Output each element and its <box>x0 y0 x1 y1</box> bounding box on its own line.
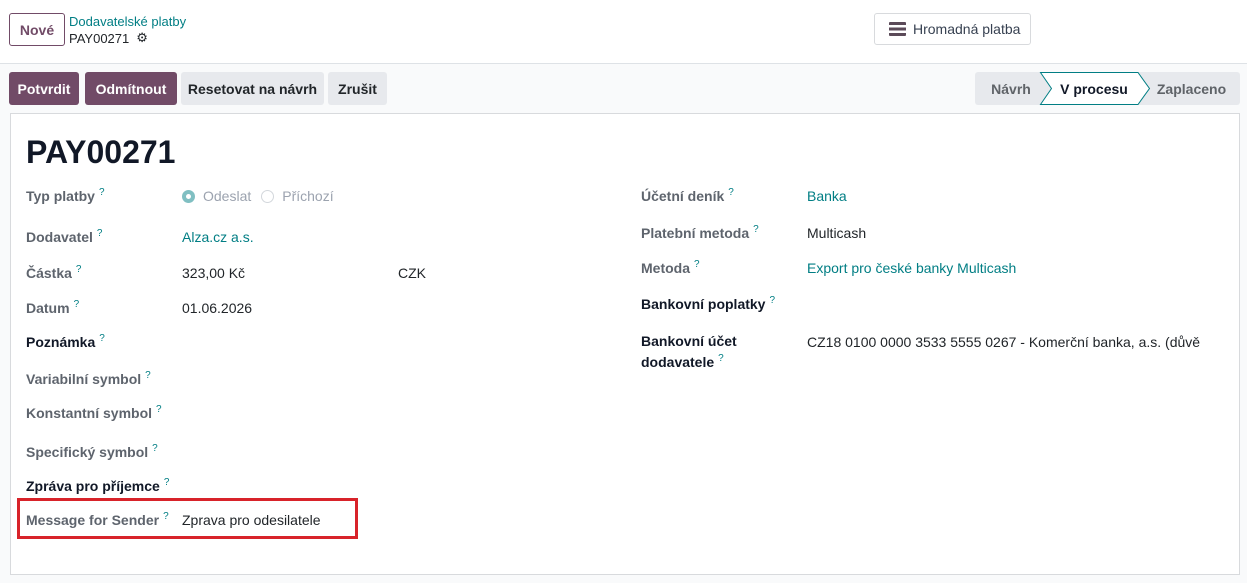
label-text: Variabilní symbol <box>26 371 142 387</box>
batch-payment-button[interactable]: Hromadná platba <box>874 13 1031 45</box>
status-draft[interactable]: Návrh <box>975 72 1047 105</box>
label-text: Konstantní symbol <box>26 405 153 421</box>
label-text: Dodavatel <box>26 229 93 245</box>
status-paid[interactable]: Zaplaceno <box>1143 72 1240 105</box>
help-tooltip-icon[interactable]: ? <box>97 228 103 239</box>
method-link[interactable]: Export pro české banky Multicash <box>807 258 1016 278</box>
label-partner: Dodavatel? <box>26 227 102 247</box>
label-partner-bank: Bankovní účet dodavatele? <box>641 331 791 373</box>
label-note: Poznámka? <box>26 332 105 352</box>
radio-option-incoming[interactable]: Příchozí <box>261 186 334 206</box>
bank-charges-input[interactable] <box>807 294 1227 314</box>
hamburger-menu-icon <box>889 22 906 36</box>
help-tooltip-icon[interactable]: ? <box>694 259 700 270</box>
label-variable-symbol: Variabilní symbol? <box>26 369 151 389</box>
help-tooltip-icon[interactable]: ? <box>99 187 105 198</box>
help-tooltip-icon[interactable]: ? <box>753 224 759 235</box>
label-text: Platební metoda <box>641 225 750 241</box>
partner-bank-value[interactable]: CZ18 0100 0000 3533 5555 0267 - Komerční… <box>807 332 1200 352</box>
label-text: Částka <box>26 265 72 281</box>
help-tooltip-icon[interactable]: ? <box>76 264 82 275</box>
statusbar: Návrh V procesu Zaplaceno <box>975 72 1240 105</box>
help-tooltip-icon[interactable]: ? <box>718 353 724 364</box>
cancel-button[interactable]: Zrušit <box>328 72 387 105</box>
label-text: Message for Sender <box>26 512 160 528</box>
record-title: PAY00271 <box>26 134 176 170</box>
label-bank-charges: Bankovní poplatky? <box>641 294 775 314</box>
label-text: Bankovní poplatky <box>641 296 766 312</box>
label-text: Specifický symbol <box>26 444 149 460</box>
reject-button[interactable]: Odmítnout <box>85 72 177 105</box>
date-value: 01.06.2026 <box>182 300 253 316</box>
message-for-sender-value: Zprava pro odesilatele <box>182 512 321 528</box>
label-text: Zpráva pro příjemce <box>26 478 160 494</box>
message-for-recipient-input[interactable] <box>182 476 602 496</box>
radio-label: Příchozí <box>282 188 334 204</box>
label-date: Datum? <box>26 298 79 318</box>
label-constant-symbol: Konstantní symbol? <box>26 403 162 423</box>
currency-value: CZK <box>398 265 426 281</box>
label-payment-type: Typ platby? <box>26 186 105 206</box>
label-text: Typ platby <box>26 188 95 204</box>
label-text: Metoda <box>641 260 690 276</box>
payment-method-value: Multicash <box>807 225 867 241</box>
radio-checked-icon <box>182 189 195 203</box>
help-tooltip-icon[interactable]: ? <box>74 299 80 310</box>
label-specific-symbol: Specifický symbol? <box>26 442 158 462</box>
radio-option-send[interactable]: Odeslat <box>182 186 251 206</box>
help-tooltip-icon[interactable]: ? <box>145 370 151 381</box>
control-panel: Nové Dodavatelské platby PAY00271 ⚙ Hrom… <box>0 0 1247 64</box>
help-tooltip-icon[interactable]: ? <box>156 404 162 415</box>
new-button[interactable]: Nové <box>9 13 65 46</box>
label-message-for-recipient: Zpráva pro příjemce? <box>26 476 169 496</box>
help-tooltip-icon[interactable]: ? <box>164 477 170 488</box>
label-journal: Účetní deník? <box>641 186 734 206</box>
record-name: PAY00271 <box>69 31 130 46</box>
batch-payment-label: Hromadná platba <box>913 21 1021 37</box>
breadcrumb-current: PAY00271 ⚙ <box>69 30 148 47</box>
help-tooltip-icon[interactable]: ? <box>769 295 775 306</box>
help-tooltip-icon[interactable]: ? <box>163 511 169 522</box>
note-input[interactable] <box>182 332 602 352</box>
label-text: Datum <box>26 300 70 316</box>
label-message-for-sender: Message for Sender? <box>26 510 169 530</box>
label-text: Poznámka <box>26 334 96 350</box>
payment-type-radio-group: Odeslat Příchozí <box>182 186 334 206</box>
confirm-button[interactable]: Potvrdit <box>9 72 79 105</box>
amount-value: 323,00 Kč <box>182 265 246 281</box>
reset-to-draft-button[interactable]: Resetovat na návrh <box>181 72 324 105</box>
radio-unchecked-icon <box>261 189 275 203</box>
label-method: Metoda? <box>641 258 700 278</box>
help-tooltip-icon[interactable]: ? <box>152 443 158 454</box>
label-text: Bankovní účet dodavatele <box>641 333 737 370</box>
gear-icon[interactable]: ⚙ <box>136 32 148 45</box>
radio-label: Odeslat <box>203 188 252 204</box>
form-sheet: PAY00271 Typ platby? Odeslat Příchozí Do… <box>10 113 1240 575</box>
status-in-process[interactable]: V procesu <box>1050 72 1138 105</box>
label-amount: Částka? <box>26 263 81 283</box>
partner-link[interactable]: Alza.cz a.s. <box>182 227 254 247</box>
breadcrumb-parent[interactable]: Dodavatelské platby <box>69 13 186 30</box>
help-tooltip-icon[interactable]: ? <box>728 187 734 198</box>
help-tooltip-icon[interactable]: ? <box>99 333 105 344</box>
label-payment-method: Platební metoda? <box>641 223 759 243</box>
label-text: Účetní deník <box>641 188 725 204</box>
journal-link[interactable]: Banka <box>807 186 847 206</box>
